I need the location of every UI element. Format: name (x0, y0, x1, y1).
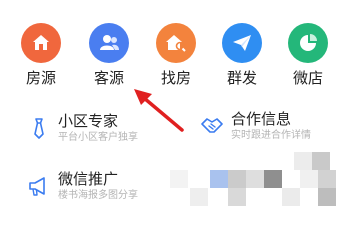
blurred-content (210, 170, 228, 188)
quick-action-label: 微店 (292, 69, 323, 87)
house-icon (21, 23, 61, 63)
feature-title: 小区专家 (58, 112, 119, 130)
feature-title: 微信推广 (58, 170, 119, 188)
quick-action-shop[interactable]: 微店 (278, 20, 338, 90)
feature-subtitle: 平台小区客户独享 (58, 132, 138, 143)
feature-subtitle: 实时跟进合作详情 (231, 130, 311, 141)
quick-action-label: 群发 (226, 69, 257, 87)
blurred-content (228, 188, 246, 206)
megaphone-icon (29, 177, 45, 196)
quick-action-label: 房源 (25, 69, 56, 87)
shop-icon (288, 23, 328, 63)
send-icon (222, 23, 262, 63)
quick-actions: 房源 客源 找房 群发 微店 (0, 20, 350, 90)
blurred-content (294, 152, 312, 170)
handshake-icon (201, 118, 223, 133)
blurred-content (318, 170, 336, 188)
quick-action-label: 客源 (93, 69, 124, 87)
feature-title: 合作信息 (231, 110, 292, 128)
quick-action-label: 找房 (160, 69, 191, 87)
feature-subtitle: 楼书海报多图分享 (58, 190, 138, 201)
blurred-content (190, 188, 208, 206)
blurred-content (312, 152, 330, 170)
quick-action-broadcast[interactable]: 群发 (212, 20, 272, 90)
blurred-content (228, 170, 246, 188)
tie-icon (34, 118, 44, 139)
blurred-content (282, 188, 300, 206)
feature-wechat-promotion[interactable]: 微信推广 楼书海报多图分享 (27, 170, 177, 206)
quick-action-house[interactable]: 房源 (11, 20, 71, 90)
blurred-content (170, 170, 188, 188)
feature-cooperation-info[interactable]: 合作信息 实时跟进合作详情 (200, 110, 350, 146)
blurred-content (246, 170, 264, 188)
find-house-icon (156, 23, 196, 63)
feature-community-expert[interactable]: 小区专家 平台小区客户独享 (27, 112, 177, 148)
blurred-content (318, 188, 336, 206)
quick-action-customers[interactable]: 客源 (79, 20, 139, 90)
blurred-content (264, 170, 282, 188)
customers-icon (89, 23, 129, 63)
blurred-content (300, 170, 318, 188)
quick-action-find-house[interactable]: 找房 (146, 20, 206, 90)
